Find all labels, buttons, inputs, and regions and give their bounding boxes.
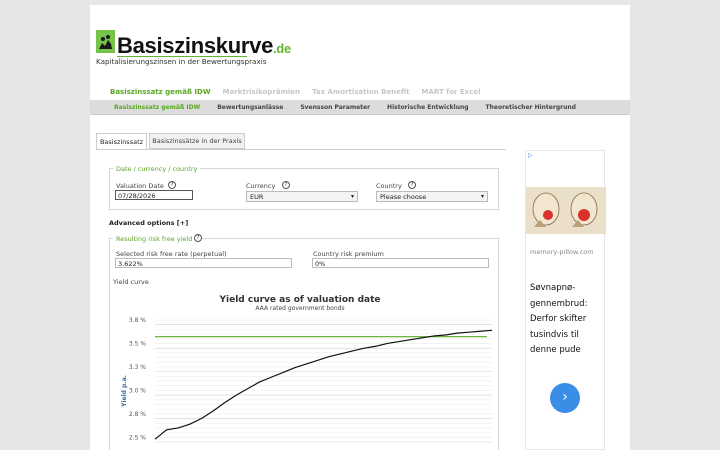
chart-y-tick-label: 3.8 %	[129, 317, 146, 324]
ad-arrow-button[interactable]: ›	[550, 383, 580, 413]
ad-image[interactable]	[526, 187, 606, 234]
chart-y-label: Yield p.a.	[121, 375, 128, 408]
chart-y-tick-label: 3.5 %	[129, 340, 146, 347]
ad-domain[interactable]: memory-pillow.com	[530, 248, 594, 256]
chart-y-tick-label: 3.3 %	[129, 364, 146, 371]
chart-y-tick-label: 2.5 %	[129, 434, 146, 441]
chart-series-line	[154, 329, 493, 440]
chart-y-ticks: 3.8 % 3.5 % 3.3 % 3.0 % 2.8 % 2.5 %	[129, 317, 146, 441]
chart-y-tick-label: 3.0 %	[129, 387, 146, 394]
chart-grid	[155, 319, 492, 443]
chart-y-tick-label: 2.8 %	[129, 411, 146, 418]
ad-headline[interactable]: Søvnapnø-gennembrud: Derfor skifter tusi…	[530, 281, 604, 359]
page: Basiszinskurve.de Kapitalisierungszinsen…	[90, 5, 630, 450]
ad-choices-icon[interactable]: ▷	[528, 152, 533, 159]
ad-panel[interactable]: ▷ memory-pillow.com Søvnapnø-gennembrud:…	[525, 150, 606, 450]
